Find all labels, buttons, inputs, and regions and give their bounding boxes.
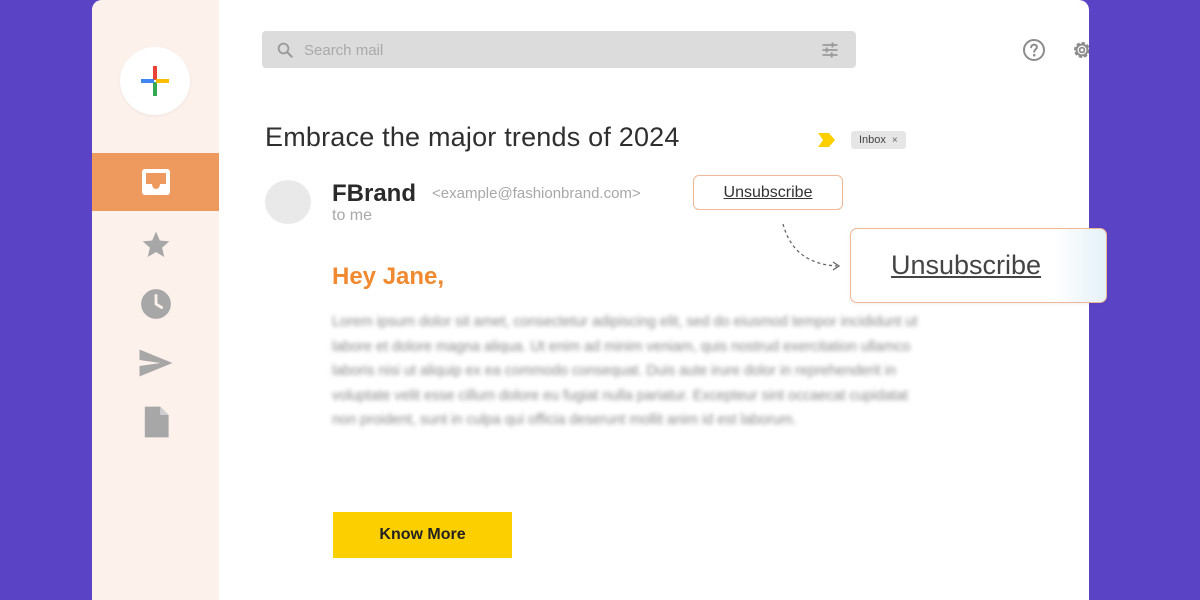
sender-name: FBrand bbox=[332, 180, 416, 207]
sender-avatar bbox=[265, 180, 311, 224]
inbox-icon bbox=[141, 169, 170, 195]
filter-options-icon[interactable] bbox=[820, 40, 840, 60]
sidebar-item-inbox[interactable] bbox=[92, 153, 219, 211]
inbox-label-text: Inbox bbox=[859, 134, 886, 146]
sidebar-item-snoozed[interactable] bbox=[92, 275, 219, 333]
recipient-text: to me bbox=[332, 207, 373, 224]
star-icon bbox=[142, 231, 169, 257]
inbox-label-badge: Inbox × bbox=[851, 131, 906, 149]
compose-button[interactable] bbox=[120, 47, 190, 115]
document-icon bbox=[144, 406, 169, 438]
know-more-button[interactable]: Know More bbox=[333, 512, 512, 558]
send-icon bbox=[139, 349, 172, 377]
clock-icon bbox=[140, 289, 171, 319]
remove-label-button[interactable]: × bbox=[892, 135, 898, 146]
sender-email: <example@fashionbrand.com> bbox=[432, 185, 641, 202]
settings-gear-icon[interactable] bbox=[1070, 38, 1089, 62]
sidebar-item-drafts[interactable] bbox=[92, 393, 219, 451]
search-bar[interactable] bbox=[262, 31, 856, 70]
plus-icon bbox=[141, 66, 169, 96]
email-greeting: Hey Jane, bbox=[332, 263, 445, 290]
sidebar bbox=[92, 0, 219, 600]
search-icon bbox=[277, 42, 293, 58]
email-subject: Embrace the major trends of 2024 bbox=[265, 122, 680, 152]
sidebar-item-starred[interactable] bbox=[92, 216, 219, 274]
dashed-arrow-connector bbox=[782, 223, 841, 271]
importance-marker-icon[interactable] bbox=[818, 132, 836, 148]
unsubscribe-callout[interactable]: Unsubscribe bbox=[850, 228, 1107, 303]
email-body: Lorem ipsum dolor sit amet, consectetur … bbox=[332, 314, 918, 428]
help-icon[interactable] bbox=[1022, 38, 1046, 62]
sidebar-item-sent[interactable] bbox=[92, 334, 219, 392]
search-input[interactable] bbox=[302, 31, 786, 70]
unsubscribe-link[interactable]: Unsubscribe bbox=[693, 175, 843, 210]
